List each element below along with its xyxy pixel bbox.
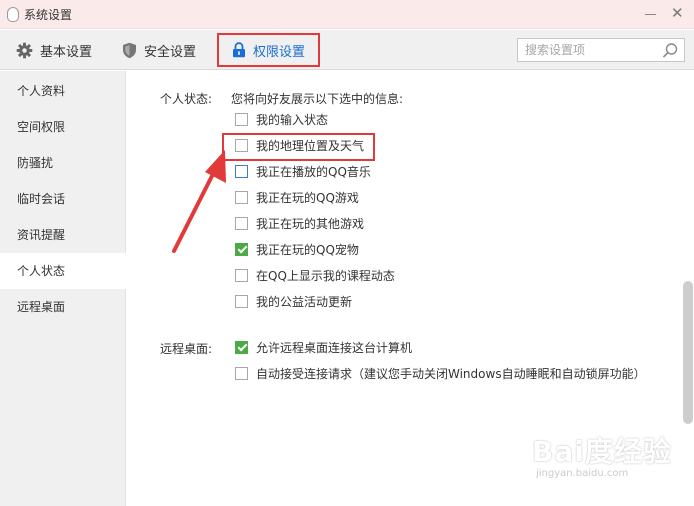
lock-icon — [232, 42, 246, 58]
option-qq-game[interactable]: 我正在玩的QQ游戏 — [235, 188, 359, 206]
tab-label: 权限设置 — [252, 44, 305, 60]
tab-label: 基本设置 — [40, 44, 93, 60]
checkbox-checked[interactable] — [235, 242, 248, 256]
window-title: 系统设置 — [24, 8, 73, 22]
section-label-remote-desktop: 远程桌面: — [160, 342, 213, 356]
sidebar-item-temp-chat[interactable]: 临时会话 — [0, 181, 126, 217]
status-intro-text: 您将向好友展示以下选中的信息: — [231, 92, 404, 106]
option-other-games[interactable]: 我正在玩的其他游戏 — [235, 214, 364, 232]
gear-icon — [16, 42, 33, 59]
checkbox[interactable] — [235, 164, 248, 178]
tab-security-settings[interactable]: 安全设置 — [122, 30, 196, 70]
checkbox[interactable] — [235, 294, 248, 308]
option-charity-updates[interactable]: 我的公益活动更新 — [235, 292, 352, 310]
annotation-highlight-box — [222, 133, 375, 161]
option-label: 在QQ上显示我的课程动态 — [256, 268, 395, 283]
search-icon[interactable] — [662, 42, 679, 62]
sidebar-item-personal-status[interactable]: 个人状态 — [0, 253, 126, 289]
checkbox[interactable] — [235, 268, 248, 282]
vertical-scrollbar[interactable] — [683, 281, 693, 424]
sidebar-item-space-permission[interactable]: 空间权限 — [0, 109, 126, 145]
search-box[interactable] — [517, 38, 685, 62]
option-label: 允许远程桌面连接这台计算机 — [256, 340, 413, 355]
search-input[interactable] — [518, 39, 658, 61]
section-label-personal-status: 个人状态: — [160, 92, 213, 106]
shield-icon — [122, 42, 137, 59]
sidebar-item-remote-desktop[interactable]: 远程桌面 — [0, 289, 126, 325]
close-button[interactable]: ✕ — [671, 6, 684, 21]
tab-label: 安全设置 — [144, 44, 197, 60]
tab-basic-settings[interactable]: 基本设置 — [16, 30, 92, 70]
checkbox[interactable] — [235, 112, 248, 126]
title-bar: 系统设置 ✕ — [0, 0, 694, 29]
sidebar-item-anti-harassment[interactable]: 防骚扰 — [0, 145, 126, 181]
option-qq-music[interactable]: 我正在播放的QQ音乐 — [235, 162, 371, 180]
checkbox[interactable] — [235, 190, 248, 204]
option-auto-accept-connection[interactable]: 自动接受连接请求（建议您手动关闭Windows自动睡眠和自动锁屏功能） — [235, 364, 646, 382]
option-label: 自动接受连接请求（建议您手动关闭Windows自动睡眠和自动锁屏功能） — [256, 366, 646, 381]
tab-permission-settings[interactable]: 权限设置 — [217, 33, 320, 67]
minimize-button[interactable] — [645, 14, 656, 15]
option-label: 我的公益活动更新 — [256, 294, 353, 309]
option-label: 我正在玩的QQ宠物 — [256, 242, 359, 257]
option-label: 我正在播放的QQ音乐 — [256, 164, 371, 179]
settings-toolbar: 基本设置 安全设置 权限设置 — [0, 30, 694, 70]
option-label: 我正在玩的QQ游戏 — [256, 190, 359, 205]
checkbox[interactable] — [235, 216, 248, 230]
sidebar-item-news-alert[interactable]: 资讯提醒 — [0, 217, 126, 253]
option-course-updates[interactable]: 在QQ上显示我的课程动态 — [235, 266, 395, 284]
option-label: 我的输入状态 — [256, 112, 329, 127]
option-allow-remote-desktop[interactable]: 允许远程桌面连接这台计算机 — [235, 338, 412, 356]
option-qq-pet[interactable]: 我正在玩的QQ宠物 — [235, 240, 359, 258]
option-typing-status[interactable]: 我的输入状态 — [235, 110, 328, 128]
qq-penguin-icon — [7, 7, 19, 22]
settings-sidebar: 个人资料 空间权限 防骚扰 临时会话 资讯提醒 个人状态 远程桌面 — [0, 71, 126, 506]
checkbox[interactable] — [235, 366, 248, 380]
option-label: 我正在玩的其他游戏 — [256, 216, 365, 231]
sidebar-item-profile[interactable]: 个人资料 — [0, 73, 126, 109]
baidu-watermark: Bai度经验 jingyan.baidu.com — [532, 435, 672, 479]
checkbox-checked[interactable] — [235, 340, 248, 354]
